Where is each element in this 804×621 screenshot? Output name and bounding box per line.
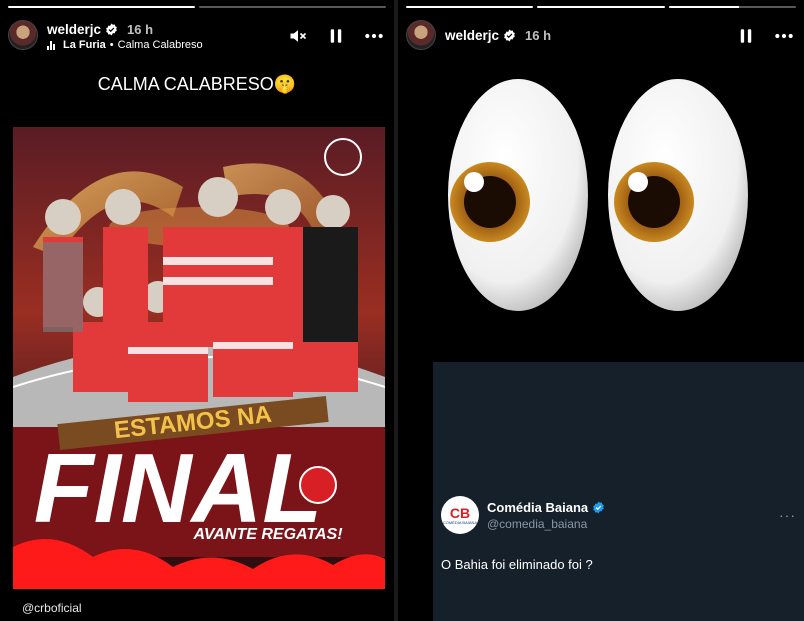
timestamp: 16 h [525, 27, 552, 43]
more-icon[interactable] [364, 26, 384, 46]
story-header: welderjc 16 h La Furia • Calma Calabreso [8, 20, 384, 56]
music-bars-icon [47, 40, 57, 50]
pause-icon[interactable] [326, 26, 346, 46]
tweet-text: O Bahia foi eliminado foi ? [441, 557, 593, 572]
more-icon[interactable] [774, 26, 794, 46]
progress-bar [406, 6, 534, 8]
progress-bar [537, 6, 665, 8]
music-attribution[interactable]: La Furia • Calma Calabreso [47, 39, 203, 51]
team-poster: ESTAMOS NA FINAL AVANTE REGATAS! [13, 127, 385, 589]
progress-bar [668, 6, 796, 8]
music-artist: La Furia [63, 39, 106, 51]
progress-bar [199, 6, 386, 8]
tweet-more-icon[interactable]: ··· [779, 507, 796, 523]
story-header: welderjc 16 h [406, 20, 794, 56]
mention-tag[interactable]: @crboficial [22, 601, 82, 615]
timestamp: 16 h [127, 21, 154, 37]
tweet-author-name: Comédia Baiana [487, 499, 589, 515]
tweet-logo-sub: COMÉDIA BAIANA [442, 519, 478, 525]
tweet-author-handle: @comedia_baiana [487, 516, 588, 531]
mute-icon[interactable] [288, 26, 308, 46]
verified-icon [105, 23, 118, 36]
tweet-avatar[interactable]: CB COMÉDIA BAIANA [441, 496, 479, 534]
right-story[interactable]: welderjc 16 h CB COMÉDIA BAIANA Comédia … [398, 0, 804, 621]
username[interactable]: welderjc [445, 28, 499, 43]
username[interactable]: welderjc [47, 22, 101, 37]
music-separator: • [109, 39, 114, 51]
tweet-card[interactable]: CB COMÉDIA BAIANA Comédia Baiana @comedi… [433, 362, 804, 621]
progress-bars [8, 6, 386, 8]
progress-bar [8, 6, 195, 8]
verified-icon [503, 29, 516, 42]
verified-icon [592, 501, 605, 514]
avatar[interactable] [406, 20, 436, 50]
poster-slogan: AVANTE REGATAS! [192, 526, 343, 543]
tweet-logo-text: CB [449, 504, 471, 521]
progress-bars [406, 6, 796, 8]
pause-icon[interactable] [736, 26, 756, 46]
eyes-emoji-sticker [438, 70, 758, 320]
story-caption: CALMA CALABRESO🤫 [97, 74, 297, 94]
music-song: Calma Calabreso [117, 39, 203, 51]
left-story[interactable]: welderjc 16 h La Furia • Calma Calabreso [0, 0, 394, 621]
avatar[interactable] [8, 20, 38, 50]
